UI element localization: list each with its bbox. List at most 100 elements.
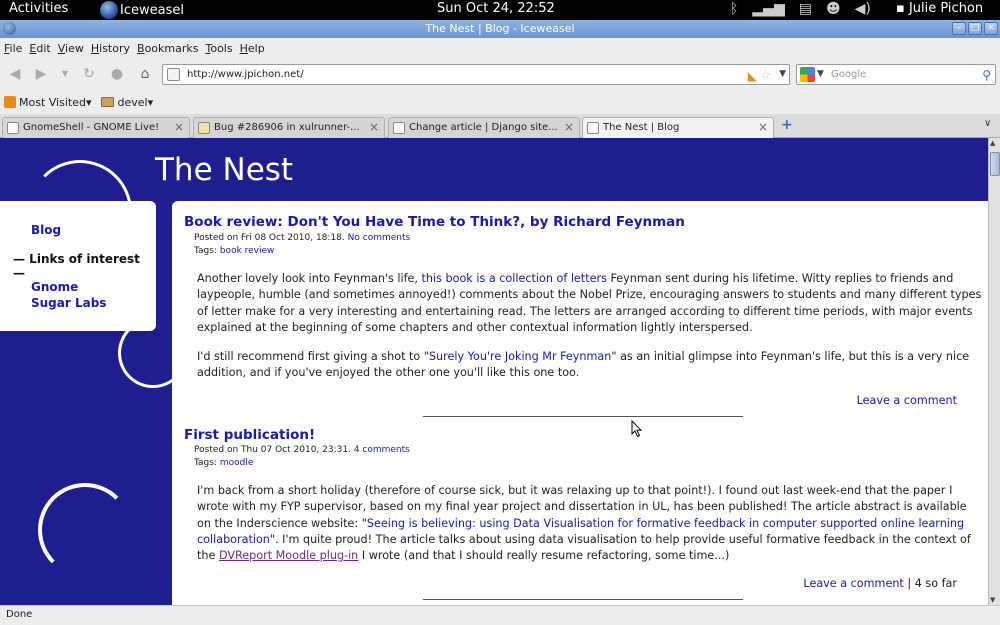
gnome-favicon-icon: [7, 122, 19, 134]
new-tab-icon[interactable]: +: [781, 117, 793, 133]
maximize-button[interactable]: □: [968, 22, 982, 35]
forward-icon[interactable]: ▶: [32, 65, 50, 83]
post-comments-link[interactable]: 4 comments: [354, 445, 410, 455]
url-dropdown-icon[interactable]: ▼: [779, 65, 786, 84]
menu-tools[interactable]: Tools: [205, 42, 232, 55]
vertical-scrollbar[interactable]: ▲ ▼: [988, 138, 1000, 605]
close-tab-icon[interactable]: ×: [174, 118, 184, 137]
close-tab-icon[interactable]: ×: [369, 118, 379, 137]
chevron-down-icon: ▾: [147, 95, 154, 109]
post-meta: Posted on Thu 07 Oct 2010, 23:31. 4 comm…: [194, 445, 410, 455]
tab-label: Bug #286906 in xulrunner-...: [214, 122, 360, 133]
menu-bookmarks[interactable]: Bookmarks: [137, 42, 198, 55]
menu-view[interactable]: View: [58, 42, 84, 55]
bookmarks-toolbar: Most Visited ▾ devel ▾: [0, 90, 1000, 114]
reload-icon[interactable]: ↻: [80, 65, 98, 83]
page-content: The Nest Blog — Links of interest — Gnom…: [0, 138, 988, 605]
post-title[interactable]: Book review: Don't You Have Time to Thin…: [184, 214, 685, 230]
post-paragraph: I'm back from a short holiday (therefore…: [197, 483, 982, 564]
scroll-up-icon[interactable]: ▲: [990, 139, 995, 147]
system-tray: ᛒ ▂▄▆ ▤ ☻ ◀): [730, 1, 871, 17]
sidebar-links-heading: — Links of interest —: [13, 252, 140, 280]
window-titlebar[interactable]: The Nest | Blog - Iceweasel – □ ×: [0, 20, 1000, 38]
sidebar-link-sugar-labs[interactable]: Sugar Labs: [31, 296, 106, 310]
leave-comment-link[interactable]: Leave a comment: [857, 394, 957, 407]
post-title[interactable]: First publication!: [184, 427, 315, 443]
window-title: The Nest | Blog - Iceweasel: [425, 22, 575, 35]
menu-help[interactable]: Help: [240, 42, 265, 55]
top-panel: Activities Iceweasel Sun Oct 24, 22:52 ᛒ…: [0, 0, 1000, 20]
post-comments-link[interactable]: No comments: [348, 233, 411, 243]
app-menu[interactable]: Iceweasel: [100, 1, 184, 19]
back-icon[interactable]: ◀: [6, 65, 24, 83]
google-engine-icon[interactable]: [800, 67, 815, 82]
tab-gnomeshell[interactable]: GnomeShell - GNOME Live! ×: [2, 117, 190, 138]
bluetooth-icon[interactable]: ᛒ: [730, 1, 738, 17]
tab-the-nest[interactable]: The Nest | Blog ×: [582, 117, 774, 138]
devel-label: devel: [117, 95, 148, 109]
bookmark-most-visited[interactable]: Most Visited ▾: [4, 96, 91, 109]
search-bar[interactable]: ▼ Google ⚲: [796, 64, 996, 85]
tab-strip: GnomeShell - GNOME Live! × Bug #286906 i…: [0, 114, 1000, 138]
history-dropdown-icon[interactable]: ▼: [56, 65, 74, 83]
menu-file[interactable]: File: [4, 42, 22, 55]
status-text: Done: [6, 609, 33, 620]
user-menu[interactable]: ▪ Julie Pichon: [896, 1, 983, 16]
menu-history[interactable]: History: [91, 42, 130, 55]
close-tab-icon[interactable]: ×: [758, 118, 768, 137]
post-tags: Tags: moodle: [194, 458, 253, 468]
tab-label: Change article | Django site...: [409, 122, 558, 133]
tab-django-admin[interactable]: Change article | Django site... ×: [388, 117, 580, 138]
tab-list-dropdown-icon[interactable]: ∨: [984, 118, 991, 129]
volume-icon[interactable]: ◀): [855, 1, 871, 17]
post-text: I'd still recommend first giving a shot …: [197, 350, 429, 363]
bookmark-star-icon[interactable]: ☆: [760, 66, 771, 85]
tab-label: GnomeShell - GNOME Live!: [23, 122, 160, 133]
tag-link[interactable]: book review: [220, 246, 275, 256]
close-tab-icon[interactable]: ×: [564, 118, 574, 137]
scrollbar-thumb[interactable]: [990, 152, 1000, 176]
url-bar[interactable]: http://www.jpichon.net/ ◣ ☆ ▼: [162, 64, 790, 85]
menu-bar: File Edit View History Bookmarks Tools H…: [0, 38, 1000, 59]
post-date: Posted on Thu 07 Oct 2010, 23:31.: [194, 445, 351, 455]
site-identity-icon[interactable]: [167, 68, 180, 81]
most-visited-label: Most Visited: [19, 95, 86, 109]
stop-icon[interactable]: ●: [108, 65, 126, 83]
post-footer: Leave a comment | 4 so far: [803, 577, 957, 590]
window-icon: [3, 22, 16, 35]
engine-dropdown-icon[interactable]: ▼: [817, 65, 824, 84]
post-paragraph: Another lovely look into Feynman's life,…: [197, 271, 982, 336]
leave-comment-link[interactable]: Leave a comment: [803, 577, 903, 590]
close-window-button[interactable]: ×: [984, 22, 998, 35]
tags-label: Tags:: [194, 458, 217, 468]
minimize-button[interactable]: –: [952, 22, 966, 35]
search-placeholder: Google: [831, 69, 867, 80]
rss-feed-icon[interactable]: ◣: [748, 67, 757, 86]
site-title[interactable]: The Nest: [155, 152, 293, 188]
app-name: Iceweasel: [120, 2, 184, 18]
tag-link[interactable]: moodle: [220, 458, 254, 468]
sidebar-link-gnome[interactable]: Gnome: [31, 280, 78, 294]
folder-icon: [101, 97, 115, 107]
sidebar-link-blog[interactable]: Blog: [31, 223, 61, 237]
bookmark-devel-folder[interactable]: devel ▾: [101, 96, 153, 109]
user-name: Julie Pichon: [908, 1, 984, 16]
clock[interactable]: Sun Oct 24, 22:52: [437, 1, 555, 16]
home-icon[interactable]: ⌂: [136, 65, 154, 83]
launchpad-favicon-icon: [198, 122, 210, 134]
tab-launchpad-bug[interactable]: Bug #286906 in xulrunner-... ×: [193, 117, 385, 138]
post-separator: [423, 416, 743, 417]
scroll-down-icon[interactable]: ▼: [990, 596, 995, 604]
accessibility-icon[interactable]: ☻: [826, 1, 841, 17]
network-icon[interactable]: ▂▄▆: [752, 1, 784, 17]
post-footer: Leave a comment: [857, 394, 957, 407]
dvreport-plugin-link[interactable]: DVReport Moodle plug-in: [219, 549, 358, 562]
clipboard-icon[interactable]: ▤: [799, 1, 812, 17]
letters-book-link[interactable]: this book is a collection of letters: [422, 272, 607, 285]
sidebar: Blog — Links of interest — Gnome Sugar L…: [0, 201, 156, 331]
search-icon[interactable]: ⚲: [982, 66, 991, 85]
activities-button[interactable]: Activities: [9, 1, 68, 16]
surely-youre-joking-link[interactable]: Surely You're Joking Mr Feynman: [429, 350, 611, 363]
menu-edit[interactable]: Edit: [29, 42, 50, 55]
post-text: I wrote (and that I should really resume…: [361, 549, 730, 563]
